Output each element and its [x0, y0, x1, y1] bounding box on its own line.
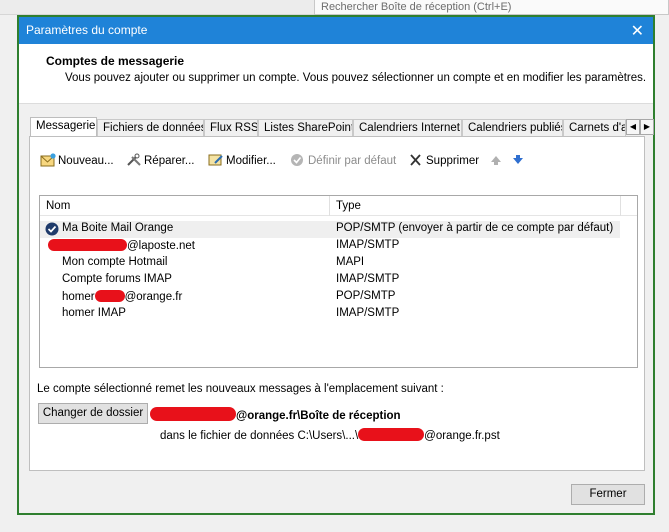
tab-calendriers-internet[interactable]: Calendriers Internet: [353, 119, 462, 137]
check-circle-icon: [291, 154, 303, 166]
header-title: Comptes de messagerie: [46, 54, 185, 68]
messagerie-panel: Nouveau... Réparer... Modifier... Défini…: [29, 136, 645, 471]
dialog-header: Comptes de messagerie Vous pouvez ajoute…: [19, 44, 653, 104]
repair-tools-icon: [127, 153, 141, 166]
new-account-label: Nouveau...: [58, 155, 114, 167]
account-name: Ma Boite Mail Orange: [62, 222, 174, 234]
delete-account-label: Supprimer: [426, 155, 480, 167]
account-type: MAPI: [336, 256, 365, 268]
dialog-title: Paramètres du compte: [26, 23, 148, 37]
delivery-data-file: dans le fichier de données C:\Users\...\…: [160, 428, 500, 442]
title-bar: Paramètres du compte ✕: [19, 17, 653, 44]
delete-x-icon: [410, 154, 421, 166]
repair-account-button[interactable]: Réparer...: [126, 152, 195, 172]
account-type: IMAP/SMTP: [336, 239, 400, 251]
account-name-prefix: homer: [62, 291, 95, 303]
move-up-button[interactable]: [488, 152, 506, 172]
account-type: POP/SMTP (envoyer à partir de ce compte …: [336, 222, 614, 234]
account-name: Compte forums IMAP: [62, 273, 172, 285]
column-divider[interactable]: [329, 196, 330, 216]
account-name: Mon compte Hotmail: [62, 256, 168, 268]
account-row[interactable]: homer IMAP IMAP/SMTP: [40, 306, 620, 323]
data-file-prefix: dans le fichier de données C:\Users\...\: [160, 430, 359, 442]
account-row[interactable]: homer @orange.fr POP/SMTP: [40, 289, 620, 306]
new-account-button[interactable]: Nouveau...: [40, 152, 114, 172]
account-row[interactable]: Ma Boite Mail Orange POP/SMTP (envoyer à…: [40, 221, 620, 238]
change-folder-button[interactable]: Changer de dossier: [38, 403, 148, 424]
redaction-mark: [94, 290, 125, 302]
account-name-suffix: @laposte.net: [127, 240, 195, 252]
delete-account-button[interactable]: Supprimer: [408, 152, 479, 172]
background-app-strip: [0, 0, 314, 15]
redaction-mark: [150, 407, 236, 421]
column-header-nom[interactable]: Nom: [46, 200, 70, 212]
default-account-check-icon: [45, 222, 59, 236]
tab-flux-rss[interactable]: Flux RSS: [204, 119, 258, 137]
list-header: Nom Type: [40, 196, 637, 216]
account-type: IMAP/SMTP: [336, 273, 400, 285]
account-toolbar: Nouveau... Réparer... Modifier... Défini…: [40, 152, 630, 172]
tab-fichiers-de-donnees[interactable]: Fichiers de données: [97, 119, 204, 137]
tab-strip: Messagerie Fichiers de données Flux RSS …: [30, 117, 654, 138]
account-name: @laposte.net: [48, 239, 195, 252]
modify-account-label: Modifier...: [226, 155, 276, 167]
close-icon[interactable]: ✕: [631, 21, 644, 41]
modify-account-button[interactable]: Modifier...: [208, 152, 276, 172]
tab-calendriers-publies[interactable]: Calendriers publiés: [462, 119, 563, 137]
account-row[interactable]: @laposte.net IMAP/SMTP: [40, 238, 620, 255]
delivery-folder-path: @orange.fr\Boîte de réception: [150, 407, 401, 422]
data-file-suffix: @orange.fr.pst: [424, 430, 500, 442]
tab-carnets-adresses[interactable]: Carnets d'adresses: [563, 119, 626, 137]
set-default-button[interactable]: Définir par défaut: [290, 152, 396, 172]
column-header-type[interactable]: Type: [336, 200, 361, 212]
account-list: Nom Type Ma Boite Mail Orange POP/SMTP (…: [39, 195, 638, 368]
arrow-up-icon: [491, 156, 501, 165]
repair-account-label: Réparer...: [144, 155, 195, 167]
background-search-box[interactable]: Rechercher Boîte de réception (Ctrl+E): [314, 0, 669, 15]
delivery-location-text: Le compte sélectionné remet les nouveaux…: [37, 383, 444, 395]
close-button[interactable]: Fermer: [571, 484, 645, 505]
account-settings-dialog: Paramètres du compte ✕ Comptes de messag…: [17, 15, 655, 515]
tab-scroll-left-icon[interactable]: ◀: [626, 119, 640, 135]
header-subtitle: Vous pouvez ajouter ou supprimer un comp…: [65, 72, 647, 84]
account-name-suffix: @orange.fr: [124, 291, 183, 303]
move-down-button[interactable]: [510, 152, 528, 172]
account-type: IMAP/SMTP: [336, 307, 400, 319]
account-name: homer IMAP: [62, 307, 126, 319]
account-row[interactable]: Mon compte Hotmail MAPI: [40, 255, 620, 272]
tab-scroll-right-icon[interactable]: ▶: [640, 119, 654, 135]
set-default-label: Définir par défaut: [308, 155, 397, 167]
new-mail-icon: [40, 153, 56, 167]
delivery-folder-suffix: @orange.fr\Boîte de réception: [236, 410, 401, 422]
tab-scroll-buttons: ◀ ▶: [626, 119, 654, 135]
modify-account-icon: [208, 154, 223, 166]
arrow-down-icon: [513, 155, 523, 164]
account-name: homer @orange.fr: [62, 290, 182, 303]
redaction-mark: [358, 428, 425, 441]
account-type: POP/SMTP: [336, 290, 396, 302]
tab-messagerie[interactable]: Messagerie: [30, 117, 97, 138]
account-row[interactable]: Compte forums IMAP IMAP/SMTP: [40, 272, 620, 289]
redaction-mark: [48, 239, 127, 251]
tab-listes-sharepoint[interactable]: Listes SharePoint: [258, 119, 353, 137]
column-divider[interactable]: [620, 196, 621, 216]
